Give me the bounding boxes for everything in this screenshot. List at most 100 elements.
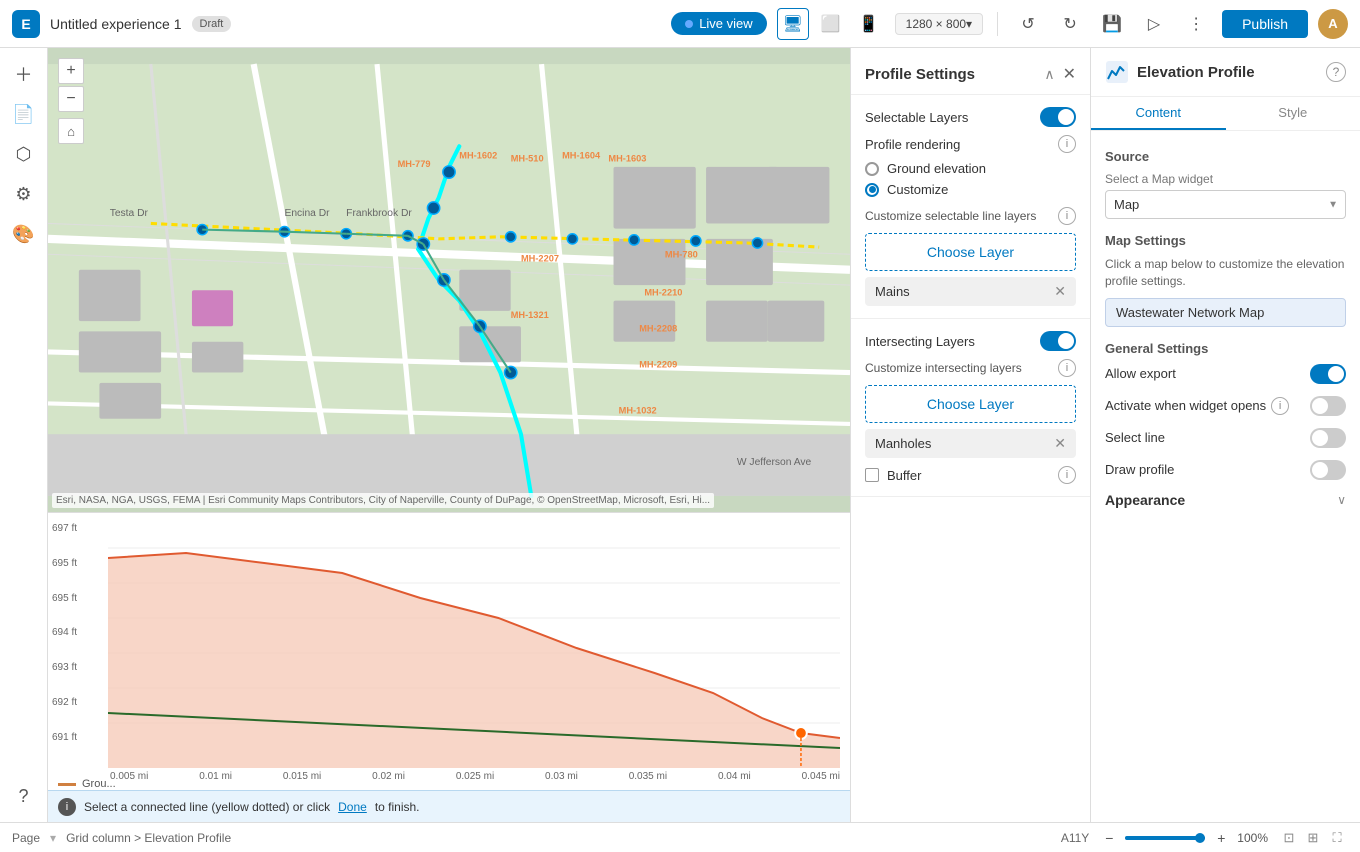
- zoom-out-button[interactable]: −: [58, 86, 84, 112]
- buffer-info-icon[interactable]: i: [1058, 466, 1076, 484]
- choose-layer-button-1[interactable]: Choose Layer: [865, 233, 1076, 271]
- breadcrumb: Grid column > Elevation Profile: [66, 831, 231, 845]
- selectable-layers-toggle[interactable]: [1040, 107, 1076, 127]
- svg-text:W Jefferson Ave: W Jefferson Ave: [737, 457, 812, 468]
- fit-page-button[interactable]: ⊞: [1302, 827, 1324, 849]
- customize-selectable-label: Customize selectable line layers: [865, 209, 1036, 223]
- ground-elevation-radio[interactable]: Ground elevation: [865, 161, 1076, 176]
- left-sidebar: ＋ 📄 ⬡ ⚙ 🎨 ?: [0, 48, 48, 822]
- tab-style[interactable]: Style: [1226, 97, 1360, 130]
- elevation-profile-title-row: Elevation Profile: [1105, 60, 1255, 84]
- svg-text:Frankbrook Dr: Frankbrook Dr: [346, 208, 412, 219]
- done-link[interactable]: Done: [338, 800, 367, 814]
- activate-when-opens-toggle[interactable]: [1310, 396, 1346, 416]
- customize-intersecting-row: Customize intersecting layers i: [865, 359, 1076, 377]
- choose-layer-button-2[interactable]: Choose Layer: [865, 385, 1076, 423]
- more-button[interactable]: ⋮: [1180, 8, 1212, 40]
- activate-when-opens-info-icon[interactable]: i: [1271, 397, 1289, 415]
- legend-line-orange: [58, 783, 76, 786]
- map-canvas[interactable]: Testa Dr Frankbrook Dr Encina Dr W Jeffe…: [48, 48, 850, 512]
- topbar: E Untitled experience 1 Draft Live view …: [0, 0, 1360, 48]
- live-view-button[interactable]: Live view: [671, 12, 766, 35]
- customize-radio-inner: [869, 186, 876, 193]
- svg-text:Testa Dr: Testa Dr: [110, 208, 149, 219]
- add-widget-icon[interactable]: ＋: [6, 56, 42, 92]
- tab-content[interactable]: Content: [1091, 97, 1226, 130]
- profile-settings-title: Profile Settings: [865, 66, 975, 83]
- map-dropdown-select[interactable]: Map: [1105, 190, 1346, 219]
- allow-export-row: Allow export: [1105, 364, 1346, 384]
- selectable-layers-toggle-row: Selectable Layers: [865, 107, 1076, 127]
- select-line-toggle[interactable]: [1310, 428, 1346, 448]
- x-label-6: 0.03 mi: [545, 771, 578, 782]
- draw-profile-toggle[interactable]: [1310, 460, 1346, 480]
- profile-settings-close-icon[interactable]: ✕: [1063, 64, 1076, 84]
- ground-elevation-radio-circle: [865, 162, 879, 176]
- svg-text:MH-2209: MH-2209: [639, 359, 677, 369]
- data-icon[interactable]: ⬡: [6, 136, 42, 172]
- manholes-layer-tag: Manholes ✕: [865, 429, 1076, 458]
- y-label-4: 694 ft: [52, 627, 77, 638]
- help-icon[interactable]: ?: [6, 778, 42, 814]
- mains-layer-close-icon[interactable]: ✕: [1054, 283, 1066, 300]
- draw-profile-label: Draw profile: [1105, 462, 1174, 477]
- zoom-in-canvas-button[interactable]: +: [1211, 828, 1231, 848]
- home-button[interactable]: ⌂: [58, 118, 84, 144]
- select-line-toggle-knob: [1312, 430, 1328, 446]
- app-title: Untitled experience 1: [50, 16, 182, 32]
- x-label-9: 0.045 mi: [802, 771, 840, 782]
- customize-selectable-info-icon[interactable]: i: [1058, 207, 1076, 225]
- profile-rendering-label: Profile rendering: [865, 137, 960, 152]
- buffer-checkbox[interactable]: [865, 468, 879, 482]
- mobile-view-button[interactable]: 📱: [853, 8, 885, 40]
- intersecting-layers-section: Intersecting Layers Customize intersecti…: [851, 319, 1090, 497]
- appearance-chevron-icon: ∨: [1337, 493, 1346, 507]
- view-mode-icons: 🖥 ⬜ 📱: [777, 8, 885, 40]
- manholes-layer-close-icon[interactable]: ✕: [1054, 435, 1066, 452]
- undo-button[interactable]: ↺: [1012, 8, 1044, 40]
- fullscreen-button[interactable]: ⛶: [1326, 827, 1348, 849]
- y-label-2: 695 ft: [52, 558, 77, 569]
- zoom-value-display: 100%: [1237, 831, 1268, 845]
- zoom-slider-fill: [1125, 836, 1205, 840]
- customize-radio[interactable]: Customize: [865, 182, 1076, 197]
- mains-layer-tag: Mains ✕: [865, 277, 1076, 306]
- manholes-layer-label: Manholes: [875, 436, 931, 451]
- x-label-1: 0.005 mi: [110, 771, 148, 782]
- general-settings-title: General Settings: [1105, 341, 1346, 356]
- x-label-3: 0.015 mi: [283, 771, 321, 782]
- tablet-view-button[interactable]: ⬜: [815, 8, 847, 40]
- avatar: A: [1318, 9, 1348, 39]
- allow-export-toggle[interactable]: [1310, 364, 1346, 384]
- profile-settings-panel: Profile Settings ∧ ✕ Selectable Layers: [850, 48, 1090, 822]
- map-chip[interactable]: Wastewater Network Map: [1105, 298, 1346, 327]
- customize-intersecting-label: Customize intersecting layers: [865, 361, 1022, 375]
- publish-button[interactable]: Publish: [1222, 10, 1308, 38]
- save-button[interactable]: 💾: [1096, 8, 1128, 40]
- zoom-out-canvas-button[interactable]: −: [1099, 828, 1119, 848]
- appearance-row[interactable]: Appearance ∨: [1105, 492, 1346, 508]
- theme-icon[interactable]: 🎨: [6, 216, 42, 252]
- customize-intersecting-info-icon[interactable]: i: [1058, 359, 1076, 377]
- zoom-in-button[interactable]: +: [58, 58, 84, 84]
- zoom-slider[interactable]: [1125, 836, 1205, 840]
- map-controls: + − ⌂: [58, 58, 84, 144]
- allow-export-toggle-knob: [1328, 366, 1344, 382]
- svg-text:MH-2208: MH-2208: [639, 323, 677, 333]
- intersecting-layers-toggle[interactable]: [1040, 331, 1076, 351]
- pages-icon[interactable]: 📄: [6, 96, 42, 132]
- redo-button[interactable]: ↻: [1054, 8, 1086, 40]
- resolution-display[interactable]: 1280 × 800▾: [895, 13, 983, 35]
- customize-label: Customize: [887, 182, 948, 197]
- app-logo: E: [12, 10, 40, 38]
- position-display: A11Y: [1061, 831, 1089, 845]
- elevation-profile-help-icon[interactable]: ?: [1326, 62, 1346, 82]
- intersecting-layers-toggle-row: Intersecting Layers: [865, 331, 1076, 351]
- desktop-view-button[interactable]: 🖥: [777, 8, 809, 40]
- intersecting-layers-toggle-knob: [1058, 333, 1074, 349]
- fit-width-button[interactable]: ⊡: [1278, 827, 1300, 849]
- profile-rendering-info-icon[interactable]: i: [1058, 135, 1076, 153]
- settings-icon[interactable]: ⚙: [6, 176, 42, 212]
- preview-button[interactable]: ▷: [1138, 8, 1170, 40]
- profile-settings-chevron-icon[interactable]: ∧: [1044, 66, 1054, 83]
